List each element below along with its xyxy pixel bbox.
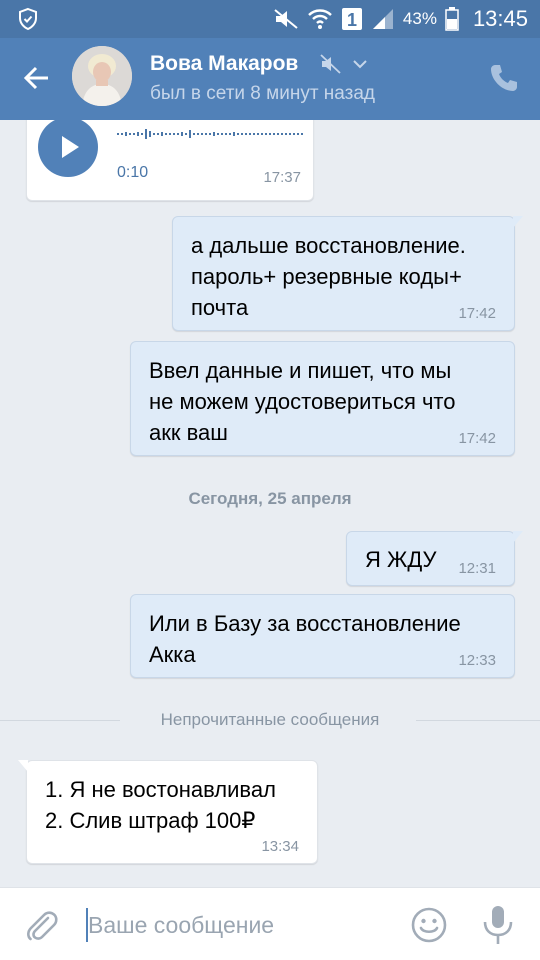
chat-header: Вова Макаров был в сети 8 минут назад xyxy=(0,38,540,120)
message-time: 13:34 xyxy=(261,838,299,855)
muted-icon xyxy=(320,54,341,74)
message-input[interactable] xyxy=(88,908,388,942)
bubble-tail xyxy=(513,216,523,228)
message-text: Или в Базу за восстановление Акка xyxy=(149,611,461,667)
voice-message: 0:10 17:37 xyxy=(26,120,314,201)
message-outgoing[interactable]: Я ЖДУ 12:31 xyxy=(346,531,523,586)
message-text: Ввел данные и пишет, что мы не можем удо… xyxy=(149,358,456,445)
message-outgoing[interactable]: Или в Базу за восстановление Акка 12:33 xyxy=(130,594,515,678)
play-button[interactable] xyxy=(38,120,98,177)
emoji-icon[interactable] xyxy=(410,906,448,944)
back-arrow-icon[interactable] xyxy=(18,58,58,98)
play-icon xyxy=(62,136,79,158)
message-outgoing[interactable]: а дальше восстановление. пароль+ резервн… xyxy=(172,216,523,331)
date-separator: Сегодня, 25 апреля xyxy=(188,489,352,508)
avatar-image xyxy=(72,46,132,106)
chevron-down-icon[interactable] xyxy=(352,58,368,70)
mute-notifications-icon xyxy=(274,9,298,29)
bubble-tail xyxy=(18,760,28,772)
status-time: 13:45 xyxy=(472,6,528,31)
avatar[interactable] xyxy=(72,46,132,106)
unread-separator: Непрочитанные сообщения xyxy=(0,709,540,731)
message-text: 1. Я не востонавливал 2. Слив штраф 100₽ xyxy=(45,777,276,833)
battery-percent: 43% xyxy=(402,9,437,28)
shield-icon xyxy=(19,7,37,31)
sim-icon: 1 xyxy=(341,8,362,30)
contact-name[interactable]: Вова Макаров xyxy=(150,52,298,76)
voice-waveform[interactable] xyxy=(117,127,303,141)
phone-icon[interactable] xyxy=(488,62,520,94)
status-bar: 1 43% 13:45 xyxy=(0,0,540,38)
message-time: 17:42 xyxy=(458,305,496,322)
svg-text:1: 1 xyxy=(347,10,357,30)
message-time: 12:33 xyxy=(458,652,496,669)
message-outgoing[interactable]: Ввел данные и пишет, что мы не можем удо… xyxy=(130,341,515,456)
message-input-bar xyxy=(0,887,540,960)
message-time: 17:37 xyxy=(263,169,301,186)
paperclip-icon[interactable] xyxy=(22,906,60,944)
bubble-tail xyxy=(513,531,523,543)
message-list[interactable]: 0:10 17:37 а дальше восстановление. паро… xyxy=(0,120,540,887)
signal-icon xyxy=(372,9,393,29)
microphone-icon[interactable] xyxy=(480,904,516,946)
message-time: 12:31 xyxy=(458,560,496,577)
wifi-icon xyxy=(308,9,332,29)
message-time: 17:42 xyxy=(458,430,496,447)
contact-status: был в сети 8 минут назад xyxy=(150,83,376,104)
voice-duration: 0:10 xyxy=(117,164,149,181)
message-incoming[interactable]: 1. Я не востонавливал 2. Слив штраф 100₽… xyxy=(18,760,318,864)
divider xyxy=(416,720,540,721)
battery-icon xyxy=(445,7,459,31)
